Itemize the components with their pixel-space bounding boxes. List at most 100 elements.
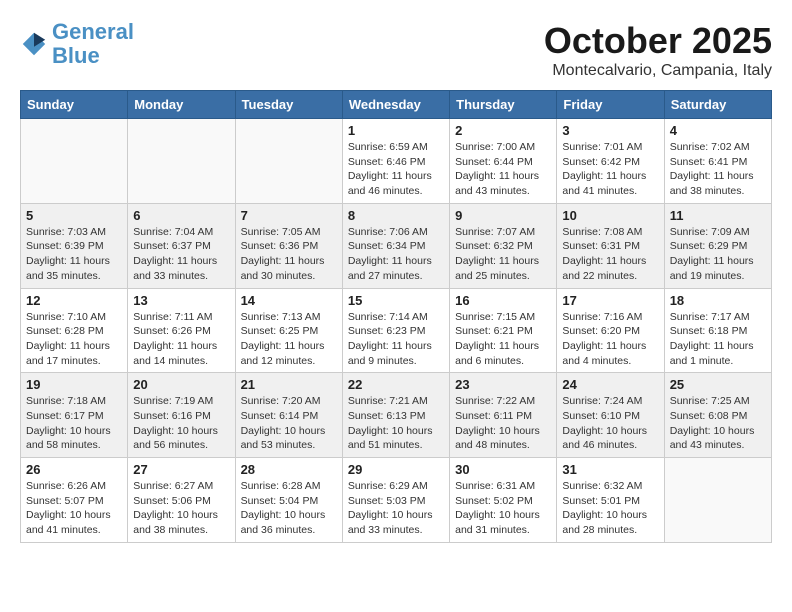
calendar-cell: 31 Sunrise: 6:32 AM Sunset: 5:01 PM Dayli… <box>557 458 664 543</box>
calendar-cell: 15Sunrise: 7:14 AM Sunset: 6:23 PM Dayli… <box>342 288 449 373</box>
day-info: Sunrise: 7:17 AM Sunset: 6:18 PM Dayligh… <box>670 310 766 369</box>
week-row-0: 1 Sunrise: 6:59 AM Sunset: 6:46 PM Daylig… <box>21 119 772 204</box>
day-info: Sunrise: 7:21 AM Sunset: 6:13 PM Dayligh… <box>348 394 444 453</box>
day-number: 26 <box>26 462 122 477</box>
day-number: 6 <box>133 208 229 223</box>
day-info: Sunrise: 7:09 AM Sunset: 6:29 PM Dayligh… <box>670 225 766 284</box>
calendar-cell <box>128 119 235 204</box>
calendar-cell: 11 Sunrise: 7:09 AM Sunset: 6:29 PM Dayli… <box>664 203 771 288</box>
weekday-header-row: SundayMondayTuesdayWednesdayThursdayFrid… <box>21 91 772 119</box>
calendar-cell: 16 Sunrise: 7:15 AM Sunset: 6:21 PM Dayli… <box>450 288 557 373</box>
day-info: Sunrise: 7:01 AM Sunset: 6:42 PM Dayligh… <box>562 140 658 199</box>
day-number: 22 <box>348 377 444 392</box>
calendar-cell: 5 Sunrise: 7:03 AM Sunset: 6:39 PM Daylig… <box>21 203 128 288</box>
page-header: General Blue October 2025 Montecalvario,… <box>20 20 772 80</box>
calendar-cell: 17 Sunrise: 7:16 AM Sunset: 6:20 PM Dayli… <box>557 288 664 373</box>
calendar-cell: 9 Sunrise: 7:07 AM Sunset: 6:32 PM Daylig… <box>450 203 557 288</box>
calendar-cell: 19 Sunrise: 7:18 AM Sunset: 6:17 PM Dayli… <box>21 373 128 458</box>
day-number: 27 <box>133 462 229 477</box>
day-info: Sunrise: 7:25 AM Sunset: 6:08 PM Dayligh… <box>670 394 766 453</box>
calendar-cell: 29 Sunrise: 6:29 AM Sunset: 5:03 PM Dayli… <box>342 458 449 543</box>
calendar-cell: 10Sunrise: 7:08 AM Sunset: 6:31 PM Dayli… <box>557 203 664 288</box>
day-number: 29 <box>348 462 444 477</box>
calendar-cell: 13Sunrise: 7:11 AM Sunset: 6:26 PM Dayli… <box>128 288 235 373</box>
day-number: 17 <box>562 293 658 308</box>
day-info: Sunrise: 7:00 AM Sunset: 6:44 PM Dayligh… <box>455 140 551 199</box>
day-info: Sunrise: 6:29 AM Sunset: 5:03 PM Dayligh… <box>348 479 444 538</box>
day-number: 8 <box>348 208 444 223</box>
weekday-header-friday: Friday <box>557 91 664 119</box>
logo: General Blue <box>20 20 134 68</box>
day-number: 13 <box>133 293 229 308</box>
calendar-cell: 14Sunrise: 7:13 AM Sunset: 6:25 PM Dayli… <box>235 288 342 373</box>
calendar-cell <box>664 458 771 543</box>
day-info: Sunrise: 7:10 AM Sunset: 6:28 PM Dayligh… <box>26 310 122 369</box>
day-number: 3 <box>562 123 658 138</box>
calendar-cell: 2 Sunrise: 7:00 AM Sunset: 6:44 PM Daylig… <box>450 119 557 204</box>
calendar-cell: 24 Sunrise: 7:24 AM Sunset: 6:10 PM Dayli… <box>557 373 664 458</box>
day-info: Sunrise: 7:14 AM Sunset: 6:23 PM Dayligh… <box>348 310 444 369</box>
day-number: 9 <box>455 208 551 223</box>
week-row-2: 12Sunrise: 7:10 AM Sunset: 6:28 PM Dayli… <box>21 288 772 373</box>
logo-icon <box>20 30 48 58</box>
day-number: 30 <box>455 462 551 477</box>
calendar-cell: 1 Sunrise: 6:59 AM Sunset: 6:46 PM Daylig… <box>342 119 449 204</box>
day-number: 18 <box>670 293 766 308</box>
day-info: Sunrise: 7:02 AM Sunset: 6:41 PM Dayligh… <box>670 140 766 199</box>
day-number: 19 <box>26 377 122 392</box>
month-title: October 2025 <box>544 20 772 62</box>
calendar-cell: 26 Sunrise: 6:26 AM Sunset: 5:07 PM Dayli… <box>21 458 128 543</box>
weekday-header-wednesday: Wednesday <box>342 91 449 119</box>
day-info: Sunrise: 6:27 AM Sunset: 5:06 PM Dayligh… <box>133 479 229 538</box>
day-info: Sunrise: 6:26 AM Sunset: 5:07 PM Dayligh… <box>26 479 122 538</box>
day-number: 20 <box>133 377 229 392</box>
day-number: 10 <box>562 208 658 223</box>
day-info: Sunrise: 7:07 AM Sunset: 6:32 PM Dayligh… <box>455 225 551 284</box>
day-info: Sunrise: 7:03 AM Sunset: 6:39 PM Dayligh… <box>26 225 122 284</box>
calendar-cell: 25Sunrise: 7:25 AM Sunset: 6:08 PM Dayli… <box>664 373 771 458</box>
day-number: 24 <box>562 377 658 392</box>
day-number: 11 <box>670 208 766 223</box>
day-info: Sunrise: 7:06 AM Sunset: 6:34 PM Dayligh… <box>348 225 444 284</box>
day-info: Sunrise: 7:22 AM Sunset: 6:11 PM Dayligh… <box>455 394 551 453</box>
day-number: 2 <box>455 123 551 138</box>
day-info: Sunrise: 6:28 AM Sunset: 5:04 PM Dayligh… <box>241 479 337 538</box>
calendar-cell: 27 Sunrise: 6:27 AM Sunset: 5:06 PM Dayli… <box>128 458 235 543</box>
calendar-cell: 12Sunrise: 7:10 AM Sunset: 6:28 PM Dayli… <box>21 288 128 373</box>
calendar-cell: 3 Sunrise: 7:01 AM Sunset: 6:42 PM Daylig… <box>557 119 664 204</box>
day-number: 31 <box>562 462 658 477</box>
day-number: 23 <box>455 377 551 392</box>
calendar-cell: 20Sunrise: 7:19 AM Sunset: 6:16 PM Dayli… <box>128 373 235 458</box>
day-info: Sunrise: 7:20 AM Sunset: 6:14 PM Dayligh… <box>241 394 337 453</box>
day-info: Sunrise: 6:32 AM Sunset: 5:01 PM Dayligh… <box>562 479 658 538</box>
location: Montecalvario, Campania, Italy <box>544 62 772 80</box>
day-info: Sunrise: 7:18 AM Sunset: 6:17 PM Dayligh… <box>26 394 122 453</box>
calendar-cell: 8 Sunrise: 7:06 AM Sunset: 6:34 PM Daylig… <box>342 203 449 288</box>
day-info: Sunrise: 7:05 AM Sunset: 6:36 PM Dayligh… <box>241 225 337 284</box>
calendar-cell <box>21 119 128 204</box>
week-row-1: 5 Sunrise: 7:03 AM Sunset: 6:39 PM Daylig… <box>21 203 772 288</box>
title-section: October 2025 Montecalvario, Campania, It… <box>544 20 772 80</box>
day-number: 16 <box>455 293 551 308</box>
calendar-cell: 18 Sunrise: 7:17 AM Sunset: 6:18 PM Dayli… <box>664 288 771 373</box>
calendar-cell: 4 Sunrise: 7:02 AM Sunset: 6:41 PM Daylig… <box>664 119 771 204</box>
logo-text: General Blue <box>52 20 134 68</box>
week-row-4: 26 Sunrise: 6:26 AM Sunset: 5:07 PM Dayli… <box>21 458 772 543</box>
calendar-cell: 7Sunrise: 7:05 AM Sunset: 6:36 PM Daylig… <box>235 203 342 288</box>
calendar-cell: 30Sunrise: 6:31 AM Sunset: 5:02 PM Dayli… <box>450 458 557 543</box>
day-info: Sunrise: 7:16 AM Sunset: 6:20 PM Dayligh… <box>562 310 658 369</box>
day-number: 5 <box>26 208 122 223</box>
day-info: Sunrise: 7:15 AM Sunset: 6:21 PM Dayligh… <box>455 310 551 369</box>
weekday-header-saturday: Saturday <box>664 91 771 119</box>
day-number: 4 <box>670 123 766 138</box>
calendar-cell: 23 Sunrise: 7:22 AM Sunset: 6:11 PM Dayli… <box>450 373 557 458</box>
day-info: Sunrise: 7:24 AM Sunset: 6:10 PM Dayligh… <box>562 394 658 453</box>
calendar-cell: 21Sunrise: 7:20 AM Sunset: 6:14 PM Dayli… <box>235 373 342 458</box>
weekday-header-thursday: Thursday <box>450 91 557 119</box>
calendar-cell: 6Sunrise: 7:04 AM Sunset: 6:37 PM Daylig… <box>128 203 235 288</box>
weekday-header-monday: Monday <box>128 91 235 119</box>
week-row-3: 19 Sunrise: 7:18 AM Sunset: 6:17 PM Dayli… <box>21 373 772 458</box>
day-info: Sunrise: 6:59 AM Sunset: 6:46 PM Dayligh… <box>348 140 444 199</box>
day-number: 28 <box>241 462 337 477</box>
day-number: 1 <box>348 123 444 138</box>
